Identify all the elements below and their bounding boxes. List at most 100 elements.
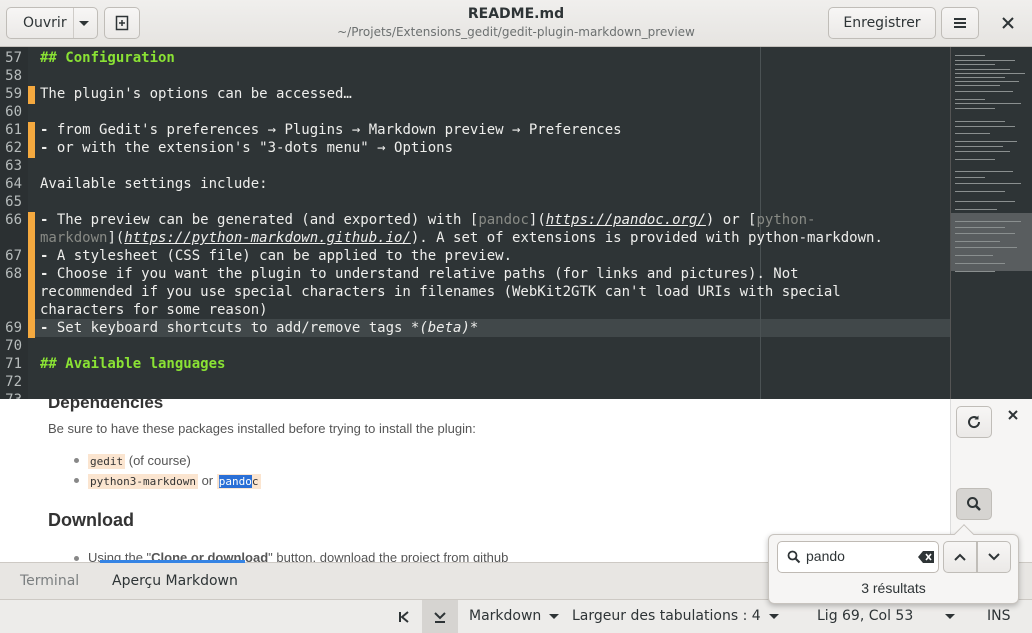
tab-width-label: Largeur des tabulations : 4	[572, 608, 761, 624]
modified-line-marker	[28, 212, 35, 338]
minimap-line	[955, 121, 1005, 122]
code-token: recommended if you use special character…	[40, 284, 841, 300]
search-results-count: 3 résultats	[861, 580, 926, 596]
modified-line-marker	[28, 122, 35, 158]
code-token: Available settings include:	[40, 176, 268, 192]
insert-mode-indicator: INS	[987, 608, 1011, 624]
code-token: The plugin's options can be accessed…	[40, 86, 352, 102]
line-number: 60	[5, 104, 22, 120]
next-result-button[interactable]	[977, 541, 1011, 573]
minimap-line	[955, 227, 1005, 228]
inline-code: python3-markdown	[88, 474, 198, 489]
search-popover: 3 résultats	[768, 524, 1019, 604]
tab-apercu-markdown[interactable]: Aperçu Markdown	[112, 573, 238, 589]
search-toggle-button[interactable]	[956, 488, 992, 520]
preview-heading-download: Download	[48, 510, 134, 530]
cursor-position-label: Lig 69, Col 53	[817, 608, 914, 624]
code-token: A stylesheet (CSS file) can be applied t…	[48, 248, 513, 264]
code-line: - The preview can be generated (and expo…	[40, 212, 816, 228]
code-line: - A stylesheet (CSS file) can be applied…	[40, 248, 512, 264]
line-number: 59	[5, 86, 22, 102]
line-number: 64	[5, 176, 22, 192]
minimap-line	[955, 241, 1000, 242]
reload-preview-button[interactable]	[956, 406, 992, 438]
go-to-first-button[interactable]	[386, 600, 422, 633]
bullet-icon	[74, 478, 79, 483]
skip-back-icon	[399, 611, 409, 623]
code-token: from Gedit's preferences → Plugins → Mar…	[48, 122, 622, 138]
line-number: 66	[5, 212, 22, 228]
code-token: python-	[756, 212, 816, 228]
search-field[interactable]	[777, 541, 939, 573]
minimap[interactable]	[950, 47, 1032, 399]
code-line: - Choose if you want the plugin to under…	[40, 266, 799, 282]
minimap-line	[955, 108, 995, 109]
save-button-label: Enregistrer	[843, 15, 921, 31]
list-item-text: " button, download the project from gith…	[268, 550, 509, 562]
chevron-down-icon	[945, 613, 955, 619]
close-window-button[interactable]	[990, 7, 1026, 39]
close-icon	[1002, 17, 1014, 29]
code-token: (beta)	[419, 320, 470, 336]
list-item-text: (of course)	[125, 453, 191, 468]
code-editor[interactable]: 57 ## Configuration 58 59 The plugin's optio…	[0, 47, 950, 399]
minimap-line	[955, 133, 990, 134]
code-line: ## Available languages	[40, 356, 225, 372]
minimap-line	[955, 151, 1010, 152]
code-token: characters for some reason)	[40, 302, 268, 318]
minimap-line	[955, 263, 1005, 264]
minimap-line	[955, 91, 1013, 92]
list-item-text: or	[197, 473, 217, 488]
list-item: python3-markdown or pandoc	[88, 473, 261, 489]
search-icon	[787, 550, 801, 564]
minimap-line	[955, 171, 1013, 172]
minimap-line	[955, 64, 995, 65]
code-line: markdown](https://python-markdown.github…	[40, 230, 883, 246]
minimap-line	[955, 255, 993, 256]
minimap-line	[955, 77, 1005, 78]
language-selector[interactable]: Markdown	[469, 608, 560, 624]
code-token: The preview can be generated (and export…	[48, 212, 479, 228]
close-preview-button[interactable]	[1007, 409, 1019, 425]
code-token: ) or [	[705, 212, 757, 228]
minimap-line	[955, 177, 985, 178]
chevron-down-icon	[988, 553, 1000, 561]
line-number: 58	[5, 68, 22, 84]
position-menu[interactable]	[945, 608, 955, 624]
code-line: Available settings include:	[40, 176, 268, 192]
minimap-line	[955, 201, 1015, 202]
code-token: ). A set of extensions is provided with …	[410, 230, 883, 246]
active-tab-indicator	[100, 560, 245, 563]
minimap-line	[955, 141, 1017, 142]
code-token: ](	[528, 212, 546, 228]
line-number: 67	[5, 248, 22, 264]
search-match-highlight: pando	[218, 475, 252, 488]
tab-width-selector[interactable]: Largeur des tabulations : 4	[572, 608, 779, 624]
code-token: markdown	[40, 230, 108, 246]
inline-code: gedit	[88, 454, 126, 469]
line-number: 73	[0, 392, 22, 399]
line-number: 70	[5, 338, 22, 354]
bullet-icon	[74, 458, 79, 463]
clear-text-icon[interactable]	[918, 550, 935, 564]
line-number: 63	[5, 158, 22, 174]
line-number: 62	[5, 140, 22, 156]
search-input[interactable]	[806, 548, 906, 564]
code-line: characters for some reason)	[40, 302, 268, 318]
bottom-panel-toggle[interactable]	[422, 600, 458, 633]
code-token: ## Configuration	[40, 50, 175, 66]
save-button[interactable]: Enregistrer	[828, 7, 936, 39]
bullet-icon	[74, 556, 79, 561]
minimap-line	[955, 85, 1000, 86]
hamburger-menu-button[interactable]	[941, 7, 979, 39]
status-bar: Markdown Largeur des tabulations : 4 Lig…	[0, 599, 1032, 633]
minimap-line	[955, 233, 1015, 234]
cursor-position[interactable]: Lig 69, Col 53	[817, 608, 913, 624]
chevron-up-icon	[954, 553, 966, 561]
tab-terminal[interactable]: Terminal	[20, 573, 79, 589]
header-bar: Ouvrir README.md ~/Projets/Extensions_ge…	[0, 0, 1032, 47]
previous-result-button[interactable]	[943, 541, 977, 573]
code-line: recommended if you use special character…	[40, 284, 841, 300]
minimap-line	[955, 247, 1017, 248]
code-token: https://python-markdown.github.io/	[124, 230, 411, 246]
